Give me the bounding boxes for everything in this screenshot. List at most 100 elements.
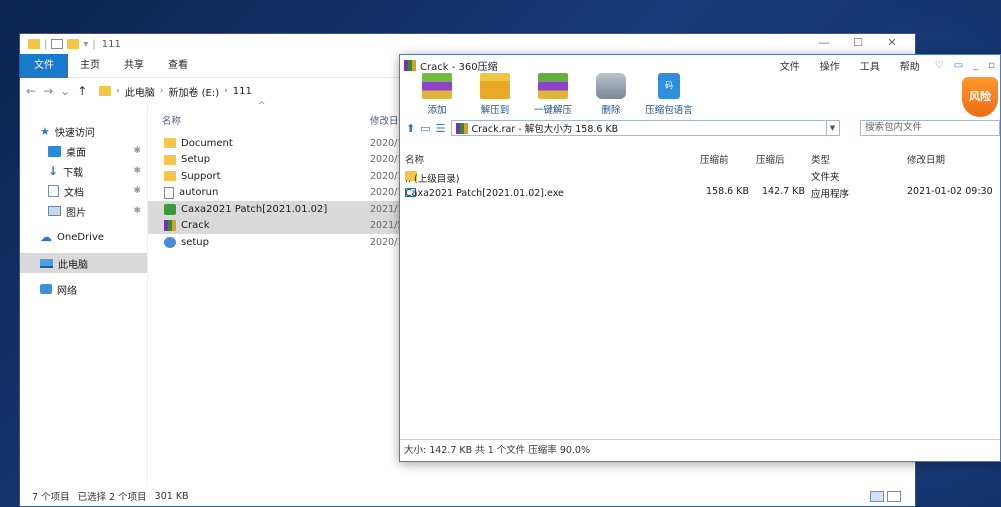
minimize-icon[interactable]: _ [968, 60, 983, 71]
thumbnail-view-icon[interactable]: ▭ [420, 122, 430, 135]
column-header-name[interactable]: 名称 [405, 152, 424, 166]
file-name: Document [181, 137, 233, 149]
exe-icon [164, 203, 176, 215]
file-row-autorun[interactable]: autorun 2020/1 [148, 185, 410, 202]
tab-share[interactable]: 共享 [112, 54, 156, 78]
archive-path-box[interactable]: Crack.rar - 解包大小为 158.6 KB [450, 120, 827, 136]
close-icon[interactable]: ✕ [875, 36, 909, 49]
tool-label: 一键解压 [533, 105, 572, 116]
nav-item-label: 下载 [63, 167, 84, 179]
status-size: 301 KB [154, 490, 189, 502]
nav-item-network[interactable]: 网络 [20, 279, 147, 299]
archive-row-caxa-patch[interactable]: Caxa2021 Patch[2021.01.02].exe 158.6 KB … [400, 184, 1000, 201]
file-row-crack[interactable]: Crack 2021/5 [148, 217, 410, 234]
one-click-extract-button[interactable]: 一键解压 [524, 73, 582, 119]
rar-icon [164, 220, 176, 232]
archive-language-button[interactable]: 码 压缩包语言 [640, 73, 698, 119]
up-arrow-icon[interactable]: ↑ [77, 84, 87, 98]
column-header-modified[interactable]: 修改日 [370, 113, 399, 127]
chevron-right-icon: › [159, 86, 164, 96]
file-row-support[interactable]: Support 2020/1 [148, 168, 410, 185]
list-view-icon[interactable]: ☰ [436, 122, 446, 135]
nav-item-documents[interactable]: 文档 ✱ [20, 181, 147, 201]
folder-icon [164, 138, 176, 149]
qat-separator: | [44, 38, 48, 50]
message-icon[interactable]: ▭ [949, 60, 968, 71]
address-bar[interactable]: › 此电脑 › 新加卷 (E:) › 111 [94, 81, 257, 101]
file-row-document[interactable]: Document 2020/1 [148, 135, 410, 152]
pictures-icon [48, 206, 61, 216]
explorer-titlebar: | ▾ | 111 — ☐ ✕ [20, 34, 915, 54]
nav-item-onedrive[interactable]: ☁ OneDrive [20, 227, 147, 247]
breadcrumb-this-pc[interactable]: 此电脑 [125, 84, 155, 99]
archive-entry-after: 142.7 KB [762, 186, 805, 197]
archive-titlebar: Crack - 360压缩 文件 操作 工具 帮助 ♡ ▭ _ ▫ [400, 55, 1000, 75]
pc-icon [40, 258, 53, 268]
large-icons-view-icon[interactable] [887, 491, 901, 502]
delete-button[interactable]: 删除 [582, 73, 640, 119]
tab-home[interactable]: 主页 [68, 54, 112, 78]
nav-item-label: 文档 [64, 187, 84, 199]
breadcrumb-folder[interactable]: 111 [233, 86, 252, 97]
status-item-count: 7 个项目 [32, 492, 70, 503]
file-list: Document 2020/1 Setup 2020/1 Support 202… [148, 135, 410, 251]
breadcrumb-drive[interactable]: 新加卷 (E:) [168, 84, 219, 99]
forward-arrow-icon[interactable]: → [43, 84, 53, 98]
column-header-name[interactable]: 名称 [162, 113, 181, 127]
column-header-before[interactable]: 压缩前 [700, 152, 729, 166]
chevron-right-icon: › [116, 86, 120, 96]
tab-file[interactable]: 文件 [20, 53, 68, 78]
file-row-caxa-patch[interactable]: Caxa2021 Patch[2021.01.02] 2021/1 [148, 201, 410, 218]
nav-item-downloads[interactable]: ↓ 下载 ✱ [20, 161, 147, 181]
recent-dropdown-icon[interactable]: ⌄ [60, 84, 70, 98]
archive-row-parent[interactable]: .. (上级目录) 文件夹 [400, 167, 1000, 185]
tab-view[interactable]: 查看 [156, 54, 200, 78]
archive-file-list: .. (上级目录) 文件夹 Caxa2021 Patch[2021.01.02]… [400, 167, 1000, 201]
setup-icon [164, 236, 176, 248]
nav-item-label: 网络 [57, 285, 77, 297]
qat-dropdown-icon[interactable]: ▾ [83, 39, 88, 50]
properties-icon[interactable] [51, 39, 64, 49]
rar-icon [455, 122, 468, 134]
add-button[interactable]: 添加 [408, 73, 466, 119]
menu-help[interactable]: 帮助 [890, 58, 930, 73]
menu-tools[interactable]: 工具 [850, 58, 890, 73]
up-level-icon[interactable]: ⬆ [406, 122, 415, 135]
nav-item-quick-access[interactable]: ★ 快速访问 [20, 121, 147, 141]
details-view-icon[interactable] [870, 491, 884, 502]
nav-item-label: 桌面 [66, 147, 86, 159]
archive-entry-name: .. (上级目录) [405, 174, 460, 185]
folder-icon [164, 171, 176, 182]
menu-file[interactable]: 文件 [770, 58, 810, 73]
maximize-icon[interactable]: ☐ [841, 36, 875, 49]
minimize-icon[interactable]: — [807, 36, 841, 49]
file-row-setup[interactable]: setup 2020/1 [148, 234, 410, 251]
one-click-extract-icon [538, 73, 568, 99]
file-row-setup-folder[interactable]: Setup 2020/1 [148, 152, 410, 169]
maximize-icon[interactable]: ▫ [983, 60, 1000, 71]
shirt-skin-icon[interactable]: ♡ [930, 60, 949, 71]
cloud-icon: ☁ [40, 230, 52, 244]
extract-to-button[interactable]: 解压到 [466, 73, 524, 119]
new-folder-icon[interactable] [67, 39, 80, 49]
archive-path-bar: ⬆ ▭ ☰ Crack.rar - 解包大小为 158.6 KB ▼ 搜索包内文… [400, 119, 1000, 137]
path-dropdown-icon[interactable]: ▼ [825, 120, 840, 136]
menu-operation[interactable]: 操作 [810, 58, 850, 73]
file-name: Crack [181, 220, 210, 232]
column-header-after[interactable]: 压缩后 [756, 152, 785, 166]
nav-item-label: 图片 [66, 207, 86, 219]
file-name: Support [181, 170, 221, 182]
nav-item-desktop[interactable]: 桌面 ✱ [20, 141, 147, 161]
chevron-right-icon: › [224, 86, 228, 96]
back-arrow-icon[interactable]: ← [26, 84, 36, 98]
risk-badge[interactable]: 风险 [962, 77, 998, 117]
archive-status-bar: 大小: 142.7 KB 共 1 个文件 压缩率 90.0% [400, 439, 1000, 461]
archive-window: Crack - 360压缩 文件 操作 工具 帮助 ♡ ▭ _ ▫ 添加 解压到… [399, 54, 1001, 462]
column-header-date[interactable]: 修改日期 [907, 152, 945, 166]
nav-item-this-pc[interactable]: 此电脑 [20, 253, 147, 273]
nav-item-pictures[interactable]: 图片 ✱ [20, 201, 147, 221]
column-header-type[interactable]: 类型 [811, 152, 830, 166]
delete-icon [596, 73, 626, 99]
window-controls: — ☐ ✕ [807, 36, 909, 49]
archive-search-input[interactable]: 搜索包内文件 [860, 120, 1000, 136]
